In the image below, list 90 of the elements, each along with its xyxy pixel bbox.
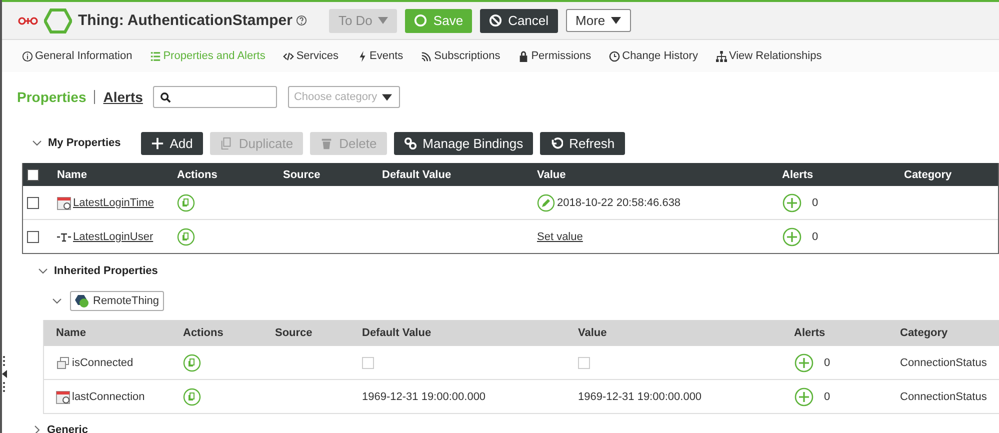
thing-title: Thing: AuthenticationStamper xyxy=(78,12,292,29)
column-header: Value xyxy=(536,168,567,180)
cancel-button[interactable]: Cancel xyxy=(480,8,558,32)
column-header: Actions xyxy=(182,327,224,339)
section-tab[interactable]: Alerts xyxy=(103,89,143,105)
prohibited-icon xyxy=(489,14,502,27)
copy-action-icon[interactable] xyxy=(177,228,195,246)
section-toggle[interactable] xyxy=(30,138,44,148)
plus-icon xyxy=(150,136,164,150)
nav-tab[interactable]: General Information xyxy=(22,50,132,62)
column-header: Name xyxy=(56,168,88,180)
hierarchy-icon xyxy=(716,50,727,62)
template-chip[interactable]: RemoteThing xyxy=(70,291,164,311)
rss-icon xyxy=(421,50,432,62)
column-header: Category xyxy=(903,168,953,180)
alert-count: 0 xyxy=(824,356,830,368)
trash-icon xyxy=(320,136,334,150)
section-toggle[interactable] xyxy=(36,266,50,276)
calendar-icon xyxy=(56,390,70,404)
add-alert-icon[interactable] xyxy=(794,352,814,372)
caret-icon xyxy=(378,17,388,24)
toolbar-button[interactable]: Add xyxy=(140,132,203,154)
column-header: Alerts xyxy=(781,168,814,180)
alert-count: 0 xyxy=(812,196,818,208)
circle-icon xyxy=(414,14,428,27)
group-toggle[interactable] xyxy=(50,296,64,306)
category-text: ConnectionStatus xyxy=(899,356,988,368)
column-header: Name xyxy=(55,327,87,339)
list-icon xyxy=(150,50,162,62)
add-alert-icon[interactable] xyxy=(794,386,814,406)
section-title: Inherited Properties xyxy=(54,265,158,277)
copy-action-icon[interactable] xyxy=(183,354,201,372)
column-header: Alerts xyxy=(793,327,826,339)
copy-action-icon[interactable] xyxy=(177,194,195,212)
column-header: Source xyxy=(274,327,314,339)
property-name: lastConnection xyxy=(72,390,145,402)
add-alert-icon[interactable] xyxy=(782,226,802,246)
property-link[interactable]: LatestLoginUser xyxy=(73,230,154,242)
calendar-icon xyxy=(57,196,71,210)
row-checkbox[interactable] xyxy=(27,196,39,208)
property-link[interactable]: LatestLoginTime xyxy=(73,196,154,208)
category-text: ConnectionStatus xyxy=(899,390,988,402)
info-icon xyxy=(22,50,33,62)
column-header: Value xyxy=(577,327,608,339)
caret-icon xyxy=(611,16,622,24)
nav-tab[interactable]: Change History xyxy=(609,50,698,62)
thing-hexagon-icon xyxy=(44,8,72,34)
toolbar-button[interactable]: Refresh xyxy=(540,132,625,154)
clock-icon xyxy=(609,50,620,62)
section-title: Generic xyxy=(47,424,88,433)
code-icon xyxy=(283,50,294,62)
copy-icon xyxy=(220,136,233,150)
column-header: Source xyxy=(282,168,322,180)
panel-resize-handle[interactable] xyxy=(2,355,8,395)
text-type-icon xyxy=(57,232,71,242)
select-all-checkbox[interactable] xyxy=(27,168,39,180)
search-icon xyxy=(160,92,171,102)
column-header: Actions xyxy=(176,168,218,180)
thing-icon xyxy=(75,294,89,308)
nav-tab[interactable]: Subscriptions xyxy=(421,50,500,62)
refresh-icon xyxy=(550,136,564,150)
lock-icon xyxy=(518,50,530,62)
search-field[interactable] xyxy=(152,86,277,108)
column-header: Default Value xyxy=(381,168,452,180)
nav-tab[interactable]: View Relationships xyxy=(716,50,822,62)
toolbar-button[interactable]: Manage Bindings xyxy=(394,132,534,154)
connection-icon xyxy=(18,16,38,26)
property-value: 1969-12-31 19:00:00.000 xyxy=(578,390,702,402)
property-value: 2018-10-22 20:58:46.638 xyxy=(557,196,681,208)
help-icon[interactable] xyxy=(296,15,308,26)
set-value-link[interactable]: Set value xyxy=(537,230,583,242)
default-value: 1969-12-31 19:00:00.000 xyxy=(362,390,486,402)
edit-icon[interactable] xyxy=(537,194,555,212)
section-title: My Properties xyxy=(48,137,121,149)
copy-action-icon[interactable] xyxy=(183,388,201,406)
row-checkbox[interactable] xyxy=(27,230,39,242)
nav-tab[interactable]: Services xyxy=(283,50,339,62)
alert-count: 0 xyxy=(824,390,830,402)
add-alert-icon[interactable] xyxy=(782,192,802,212)
column-header: Default Value xyxy=(361,327,432,339)
alert-count: 0 xyxy=(812,230,818,242)
caret-icon xyxy=(382,92,392,102)
dropdown-button[interactable]: More xyxy=(566,8,632,32)
nav-tab[interactable]: Permissions xyxy=(518,50,592,62)
category-dropdown[interactable]: Choose category xyxy=(288,86,400,108)
nav-tab[interactable]: Events xyxy=(356,50,404,62)
boolean-type-icon xyxy=(56,356,70,368)
column-header: Category xyxy=(899,327,949,339)
property-name: isConnected xyxy=(72,356,134,368)
link-icon xyxy=(404,136,417,150)
